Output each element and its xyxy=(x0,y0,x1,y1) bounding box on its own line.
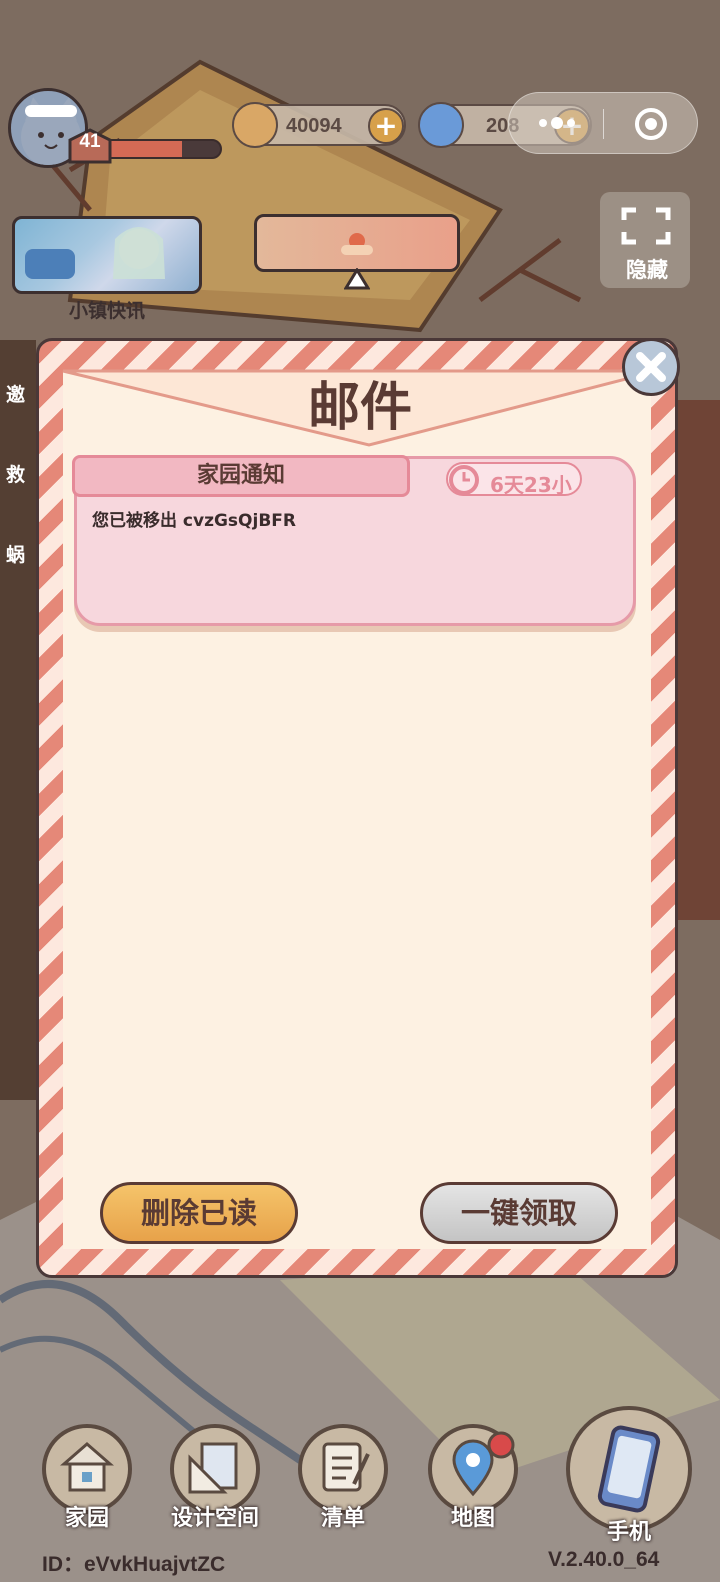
mail-category: 家园通知 xyxy=(72,455,410,497)
mail-expiry-text: 6天23小 xyxy=(490,473,572,497)
miniprogram-capsule xyxy=(508,92,698,154)
close-dialog-button[interactable] xyxy=(622,338,680,396)
claim-all-button[interactable]: 一键领取 xyxy=(420,1182,618,1244)
mail-title: 邮件 xyxy=(307,378,412,438)
app-version: V.2.40.0_64 xyxy=(548,1548,660,1571)
experience-fill xyxy=(102,141,183,157)
fullscreen-icon xyxy=(621,207,671,245)
close-miniprogram-icon[interactable] xyxy=(633,106,669,142)
town-news-label: 小镇快讯 xyxy=(68,300,145,322)
side-menu-rescue[interactable]: 救 xyxy=(6,460,25,487)
town-news-thumbnail[interactable] xyxy=(12,216,202,294)
coin-amount: 40094 xyxy=(286,115,342,137)
add-coins-button[interactable]: + xyxy=(368,108,404,144)
notification-dot-icon xyxy=(487,1431,515,1459)
coin-icon xyxy=(232,102,278,148)
nav-design-label: 设计空间 xyxy=(170,1506,259,1531)
swirl-gem-icon xyxy=(418,102,464,148)
phone-icon xyxy=(597,1425,661,1513)
expand-arrow-icon[interactable] xyxy=(344,268,370,290)
mail-body-text: 您已被移出 cvzGsQjBFR xyxy=(92,511,296,531)
design-ruler-icon xyxy=(188,1442,238,1494)
capsule-divider xyxy=(603,109,604,139)
weather-panel[interactable] xyxy=(254,214,460,272)
mail-expiry-timer: 6天23小 xyxy=(446,462,582,497)
player-level: 41 xyxy=(79,131,101,152)
side-menu-invite[interactable]: 邀 xyxy=(6,380,25,407)
checklist-icon xyxy=(322,1442,370,1492)
hide-ui-label: 隐藏 xyxy=(626,258,668,282)
coin-counter: 40094 + xyxy=(232,102,406,148)
house-icon xyxy=(59,1442,115,1492)
experience-bar xyxy=(100,139,222,159)
clock-icon xyxy=(449,465,479,495)
nav-home-label: 家园 xyxy=(64,1506,109,1531)
nav-list-label: 清单 xyxy=(320,1506,365,1531)
news-character-icon xyxy=(25,227,165,279)
sun-cloud-icon xyxy=(341,233,373,255)
more-menu-icon[interactable] xyxy=(535,113,579,133)
player-id: ID：eVvkHuajvtZC xyxy=(42,1553,226,1576)
nav-map-label: 地图 xyxy=(450,1506,495,1531)
side-menu-snail[interactable]: 蜗 xyxy=(6,540,25,567)
phone-label: 手机 xyxy=(606,1520,651,1545)
delete-read-button[interactable]: 删除已读 xyxy=(100,1182,298,1244)
close-icon xyxy=(636,352,666,382)
